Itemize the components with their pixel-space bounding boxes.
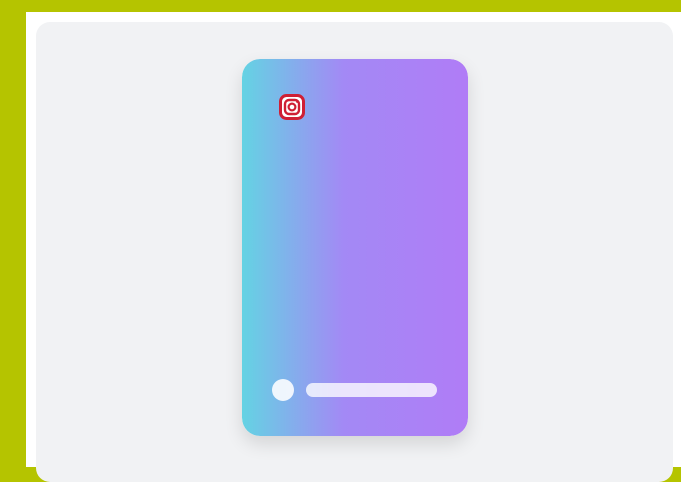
- preview-panel: [36, 22, 673, 482]
- caption-placeholder: [306, 383, 437, 397]
- instagram-icon: [278, 93, 306, 121]
- avatar-placeholder: [272, 379, 294, 401]
- instagram-story-preview-card: [242, 59, 468, 436]
- story-background: [242, 59, 468, 436]
- page-frame: [26, 12, 681, 482]
